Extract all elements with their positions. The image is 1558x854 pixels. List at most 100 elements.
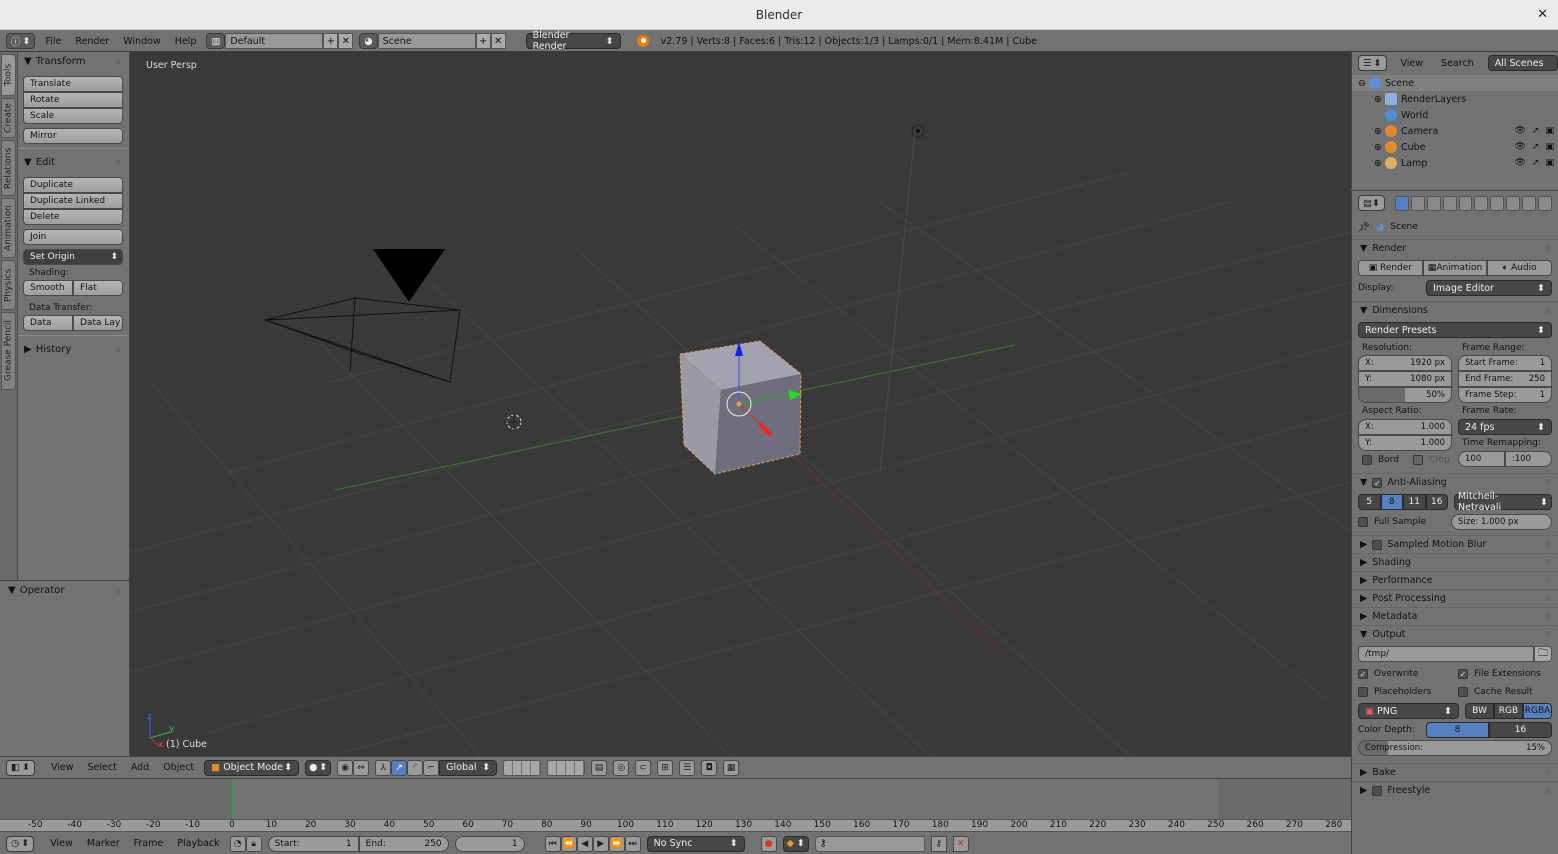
tab-grease-pencil[interactable]: Grease Pencil: [1, 312, 16, 390]
menu-render[interactable]: Render: [71, 36, 113, 47]
rotate-button[interactable]: Rotate: [23, 92, 123, 108]
performance-panel-header[interactable]: ▶ Performance ⁞⁞: [1352, 571, 1558, 589]
time-remap-old-field[interactable]: 100: [1458, 451, 1505, 467]
folder-icon[interactable]: 🗀: [1534, 646, 1552, 662]
aa-size-field[interactable]: Size: 1.000 px: [1451, 514, 1552, 530]
play-reverse-icon[interactable]: ◀: [576, 835, 593, 852]
add-scene-button[interactable]: +: [475, 33, 491, 49]
render-opengl-icon[interactable]: ◘: [701, 759, 718, 776]
freestyle-panel-header[interactable]: ▶ Freestyle ⁞⁞: [1352, 781, 1558, 799]
jump-keyframe-back-icon[interactable]: ⏪: [560, 835, 577, 852]
tab-relations[interactable]: Relations: [1, 140, 16, 196]
3d-cursor[interactable]: [504, 412, 524, 432]
aa-sample-5[interactable]: 5: [1358, 494, 1381, 510]
frame-step-field[interactable]: Frame Step: 1: [1458, 387, 1552, 403]
layers-grid-1[interactable]: [503, 759, 542, 776]
animation-button[interactable]: ▦ Animation: [1422, 260, 1488, 276]
screen-layout-selector[interactable]: ▥: [206, 33, 226, 49]
frame-rate-dropdown[interactable]: 24 fps ⬍: [1458, 419, 1552, 435]
delete-button[interactable]: Delete: [23, 209, 123, 225]
menu-object[interactable]: Object: [159, 762, 198, 773]
outliner-row-lamp[interactable]: ⊕ Lamp 👁︎ ➚ ▣: [1352, 155, 1558, 171]
jump-keyframe-forward-icon[interactable]: ⏩: [608, 835, 625, 852]
render-presets-dropdown[interactable]: Render Presets ⬍: [1358, 322, 1552, 338]
render-layers-tab-icon[interactable]: [1410, 195, 1425, 211]
full-sample-checkbox[interactable]: Full Sample: [1358, 517, 1445, 527]
start-frame-prop-field[interactable]: Start Frame: 1: [1458, 355, 1552, 371]
outliner-row-camera[interactable]: ⊕ Camera 👁︎ ➚ ▣: [1352, 123, 1558, 139]
menu-timeline-view[interactable]: View: [46, 838, 77, 849]
shading-panel-header[interactable]: ▶ Shading ⁞⁞: [1352, 553, 1558, 571]
color-depth-16[interactable]: 16: [1489, 722, 1552, 738]
end-frame-field[interactable]: End: 250: [358, 835, 449, 852]
time-remap-new-field[interactable]: :100: [1505, 451, 1552, 467]
outliner-filter-dropdown[interactable]: All Scenes: [1487, 55, 1558, 71]
output-panel-header[interactable]: ▼ Output ⁞⁞: [1352, 625, 1558, 643]
outliner-row-world[interactable]: World: [1352, 107, 1558, 123]
metadata-panel-header[interactable]: ▶ Metadata ⁞⁞: [1352, 607, 1558, 625]
end-frame-prop-field[interactable]: End Frame: 250: [1458, 371, 1552, 387]
dimensions-panel-header[interactable]: ▼ Dimensions ⁞⁞: [1352, 301, 1558, 319]
jump-start-icon[interactable]: ⏮: [544, 835, 561, 852]
anti-aliasing-checkbox[interactable]: ✓: [1372, 477, 1383, 488]
render-panel-header[interactable]: ▼ Render ⁞⁞: [1352, 239, 1558, 257]
lock-range-icon[interactable]: 🔒︎: [245, 835, 262, 852]
layers-grid-2[interactable]: [547, 759, 586, 776]
editor-type-timeline-button[interactable]: ◷ ⬍: [6, 835, 35, 852]
world-tab-icon[interactable]: [1442, 195, 1457, 211]
lock-camera-icon[interactable]: ▤: [591, 759, 608, 776]
file-format-dropdown[interactable]: ▣ PNG ⬍: [1358, 703, 1459, 719]
data-button[interactable]: Data: [23, 315, 73, 331]
3d-viewport[interactable]: z y x User Persp (1) Cube: [130, 52, 1351, 756]
outliner-row-renderlayers[interactable]: ⊕ RenderLayers: [1352, 91, 1558, 107]
cache-result-checkbox[interactable]: Cache Result: [1458, 687, 1552, 697]
border-checkbox[interactable]: Bord: [1362, 455, 1399, 465]
sync-dropdown[interactable]: No Sync ⬍: [646, 835, 745, 852]
outliner-menu-search[interactable]: Search: [1437, 58, 1478, 69]
motion-blur-checkbox[interactable]: [1372, 539, 1383, 550]
pin-icon[interactable]: 📌︎: [1358, 222, 1370, 233]
flat-button[interactable]: Flat: [73, 280, 123, 296]
menu-add[interactable]: Add: [127, 762, 153, 773]
resolution-x-field[interactable]: X: 1920 px: [1358, 355, 1452, 371]
lamp-object[interactable]: [911, 124, 925, 138]
delete-keyframe-icon[interactable]: ✕: [952, 835, 969, 852]
outliner-row-cube[interactable]: ⊕ Cube 👁︎ ➚ ▣: [1352, 139, 1558, 155]
placeholders-checkbox[interactable]: Placeholders: [1358, 687, 1452, 697]
color-mode-rgb[interactable]: RGB: [1494, 703, 1523, 719]
delete-layout-button[interactable]: ✕: [338, 33, 354, 49]
keying-set-field[interactable]: ⚷: [814, 835, 925, 852]
editor-type-info-button[interactable]: ⓘ ⬍: [6, 33, 36, 49]
translate-button[interactable]: Translate: [23, 76, 123, 92]
overwrite-checkbox[interactable]: ✓ Overwrite: [1358, 669, 1452, 679]
translate-manipulator-icon[interactable]: ↗: [391, 759, 408, 776]
history-panel-header[interactable]: ▶ History ⁞⁞: [18, 340, 129, 358]
viewport-shading-dropdown[interactable]: ● ⬍: [305, 759, 332, 776]
record-icon[interactable]: ●: [760, 835, 777, 852]
tab-tools[interactable]: Tools: [1, 54, 16, 96]
scene-field[interactable]: Scene: [377, 33, 476, 49]
menu-file[interactable]: File: [41, 36, 65, 47]
timeline-area[interactable]: [0, 778, 1351, 820]
modifiers-tab-icon[interactable]: [1490, 195, 1505, 211]
scale-manipulator-icon[interactable]: ⌐: [423, 759, 440, 776]
texture-tab-icon[interactable]: [1538, 195, 1552, 211]
orientation-dropdown[interactable]: Global ⬍: [439, 759, 498, 776]
smooth-button[interactable]: Smooth: [23, 280, 73, 296]
edit-panel-header[interactable]: ▼ Edit ⁞⁞: [18, 153, 129, 171]
menu-view[interactable]: View: [47, 762, 78, 773]
timeline-ruler[interactable]: -50 -40 -30 -20 -10 0 10 20 30 40 50 60 70 80 90 100 110…: [0, 819, 1351, 832]
aa-sample-8[interactable]: 8: [1380, 494, 1403, 510]
duplicate-button[interactable]: Duplicate: [23, 177, 123, 193]
set-origin-dropdown[interactable]: Set Origin ⬍: [23, 249, 123, 265]
scene-tab-icon[interactable]: [1426, 195, 1441, 211]
aspect-y-field[interactable]: Y: 1.000: [1358, 435, 1452, 451]
post-processing-panel-header[interactable]: ▶ Post Processing ⁞⁞: [1352, 589, 1558, 607]
mirror-button[interactable]: Mirror: [23, 128, 123, 144]
outliner-menu-view[interactable]: View: [1397, 58, 1428, 69]
join-button[interactable]: Join: [23, 229, 123, 245]
delete-scene-button[interactable]: ✕: [490, 33, 506, 49]
scene-selector[interactable]: ◕: [359, 33, 378, 49]
snap-target-icon[interactable]: ☰: [679, 759, 696, 776]
transform-panel-header[interactable]: ▼ Transform ⁞⁞: [18, 52, 129, 70]
